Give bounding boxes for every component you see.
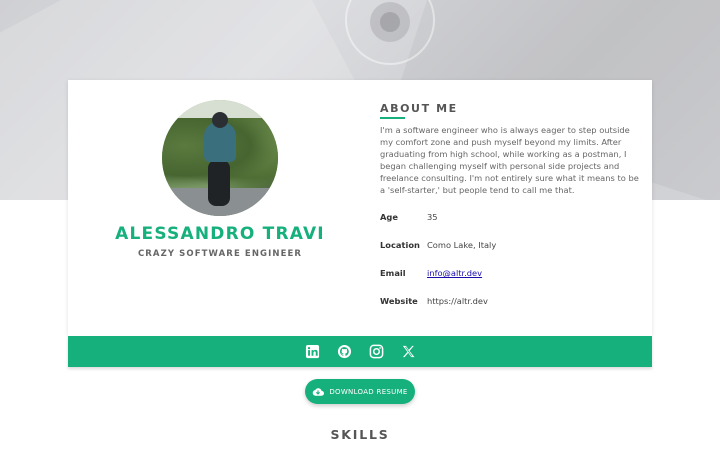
profile-name: ALESSANDRO TRAVI bbox=[115, 224, 325, 244]
avatar bbox=[162, 100, 278, 216]
info-label: Location bbox=[380, 240, 420, 250]
about-title: ABOUT ME bbox=[380, 102, 458, 115]
about-underline bbox=[380, 117, 405, 119]
email-link[interactable]: info@altr.dev bbox=[427, 268, 482, 278]
website-value: https://altr.dev bbox=[427, 296, 488, 306]
profile-card: ALESSANDRO TRAVI CRAZY SOFTWARE ENGINEER… bbox=[68, 80, 652, 336]
info-label: Age bbox=[380, 212, 398, 222]
download-resume-label: DOWNLOAD RESUME bbox=[329, 387, 408, 396]
info-label: Website bbox=[380, 296, 418, 306]
hero-ring bbox=[380, 12, 400, 32]
social-bar bbox=[68, 336, 652, 367]
skills-heading: SKILLS bbox=[330, 427, 390, 442]
cloud-download-icon bbox=[313, 387, 325, 396]
linkedin-icon[interactable] bbox=[305, 344, 320, 359]
info-value: 35 bbox=[427, 212, 438, 222]
x-icon[interactable] bbox=[401, 344, 416, 359]
download-resume-button[interactable]: DOWNLOAD RESUME bbox=[305, 379, 415, 404]
github-icon[interactable] bbox=[337, 344, 352, 359]
profile-subtitle: CRAZY SOFTWARE ENGINEER bbox=[137, 249, 303, 259]
about-text: I'm a software engineer who is always ea… bbox=[380, 125, 639, 195]
info-label: Email bbox=[380, 268, 406, 278]
info-value: Como Lake, Italy bbox=[427, 240, 497, 250]
instagram-icon[interactable] bbox=[369, 344, 384, 359]
